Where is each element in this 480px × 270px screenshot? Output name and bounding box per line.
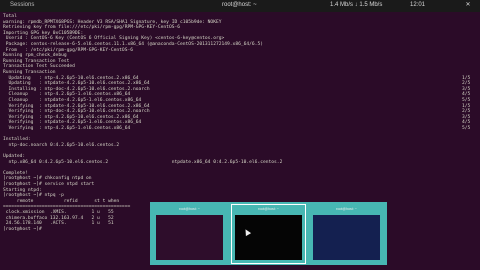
progress-count: 5/5 (462, 98, 471, 103)
terminal-line: Running rpm_check_debug (3, 53, 67, 59)
terminal-line: Transaction Test Succeeded (3, 64, 75, 70)
terminal-line: clock.xmission .XMIS. 1 u 55 (3, 210, 114, 215)
terminal-line: Updating : ntpdate-4.2.6p5-10.el6.centos… (3, 81, 150, 87)
terminal-line: remote refid st t when (3, 198, 120, 204)
terminal-line: Cleanup : ntpdate-4.2.6p5-1.el6.centos.x… (3, 98, 142, 103)
terminal-line: Verifying : ntpdate-4.2.6p5-1.el6.centos… (3, 120, 142, 126)
switcher-item[interactable]: root@host: ~ (231, 204, 306, 264)
progress-count: 5/5 (462, 126, 471, 131)
switcher-caption: root@host: ~ (179, 207, 200, 211)
window-preview (235, 215, 302, 260)
window-preview (156, 215, 223, 260)
network-status: 1.4 Mb/s ↓ 1.5 Mb/s (330, 2, 383, 8)
terminal-line: Installed: (3, 137, 31, 143)
switcher-caption: root@host: ~ (258, 207, 279, 211)
terminal-line: Package: centos-release-6-5.el6.centos.1… (3, 42, 263, 47)
terminal-line: 24.56.178.140 .ACTS. 1 u 51 (3, 221, 114, 227)
terminal-line: Total (3, 14, 161, 19)
window-switcher: root@host: ~ root@host: ~ root@host: ~ (150, 202, 387, 265)
terminal-line: Updated: (3, 154, 26, 159)
terminal-line: [root@host ~]# service ntpd start (3, 182, 95, 187)
switcher-item[interactable]: root@host: ~ (310, 205, 383, 263)
progress-count: 2/5 (462, 109, 471, 115)
top-panel: Sessions root@host: ~ 1.4 Mb/s ↓ 1.5 Mb/… (0, 0, 480, 12)
terminal-line: Verifying : ntp-doc-4.2.6p5-10.el6.cento… (3, 109, 150, 115)
close-icon[interactable]: ✕ (462, 1, 474, 10)
terminal-line: Retrieving key from file:///etc/pki/rpm-… (3, 25, 181, 31)
progress-count: 2/5 (462, 81, 471, 87)
terminal-line: Userid : CentOS-6 Key (CentOS 6 Official… (3, 36, 225, 42)
terminal-line: ========================================… (3, 204, 131, 210)
terminal-line: Running Transaction (3, 70, 56, 75)
window-title: root@host: ~ (222, 2, 257, 8)
clock: 12:01 (410, 2, 426, 8)
progress-count: 4/5 (462, 92, 471, 98)
terminal-line: Cleanup : ntp-4.2.6p5-1.el6.centos.x86_6… (3, 92, 131, 98)
switcher-item[interactable]: root@host: ~ (153, 205, 226, 263)
window-preview (313, 215, 380, 260)
terminal-line: Verifying : ntp-4.2.6p5-1.el6.centos.x86… (3, 126, 131, 131)
terminal-line: [root@host ~]# (3, 226, 45, 232)
terminal-line: ntp.x86_64 0:4.2.6p5-10.el6.centos.2 ntp… (3, 159, 283, 165)
terminal-line: ntp-doc.noarch 0:4.2.6p5-10.el6.centos.2 (3, 142, 120, 148)
progress-count: 4/5 (462, 120, 471, 126)
terminal-line: [root@host ~]# chkconfig ntpd on (3, 176, 92, 182)
switcher-caption: root@host: ~ (336, 207, 357, 211)
tabs-label[interactable]: Sessions (10, 2, 34, 8)
terminal-line: [root@host ~]# ntpq -p (3, 193, 64, 199)
